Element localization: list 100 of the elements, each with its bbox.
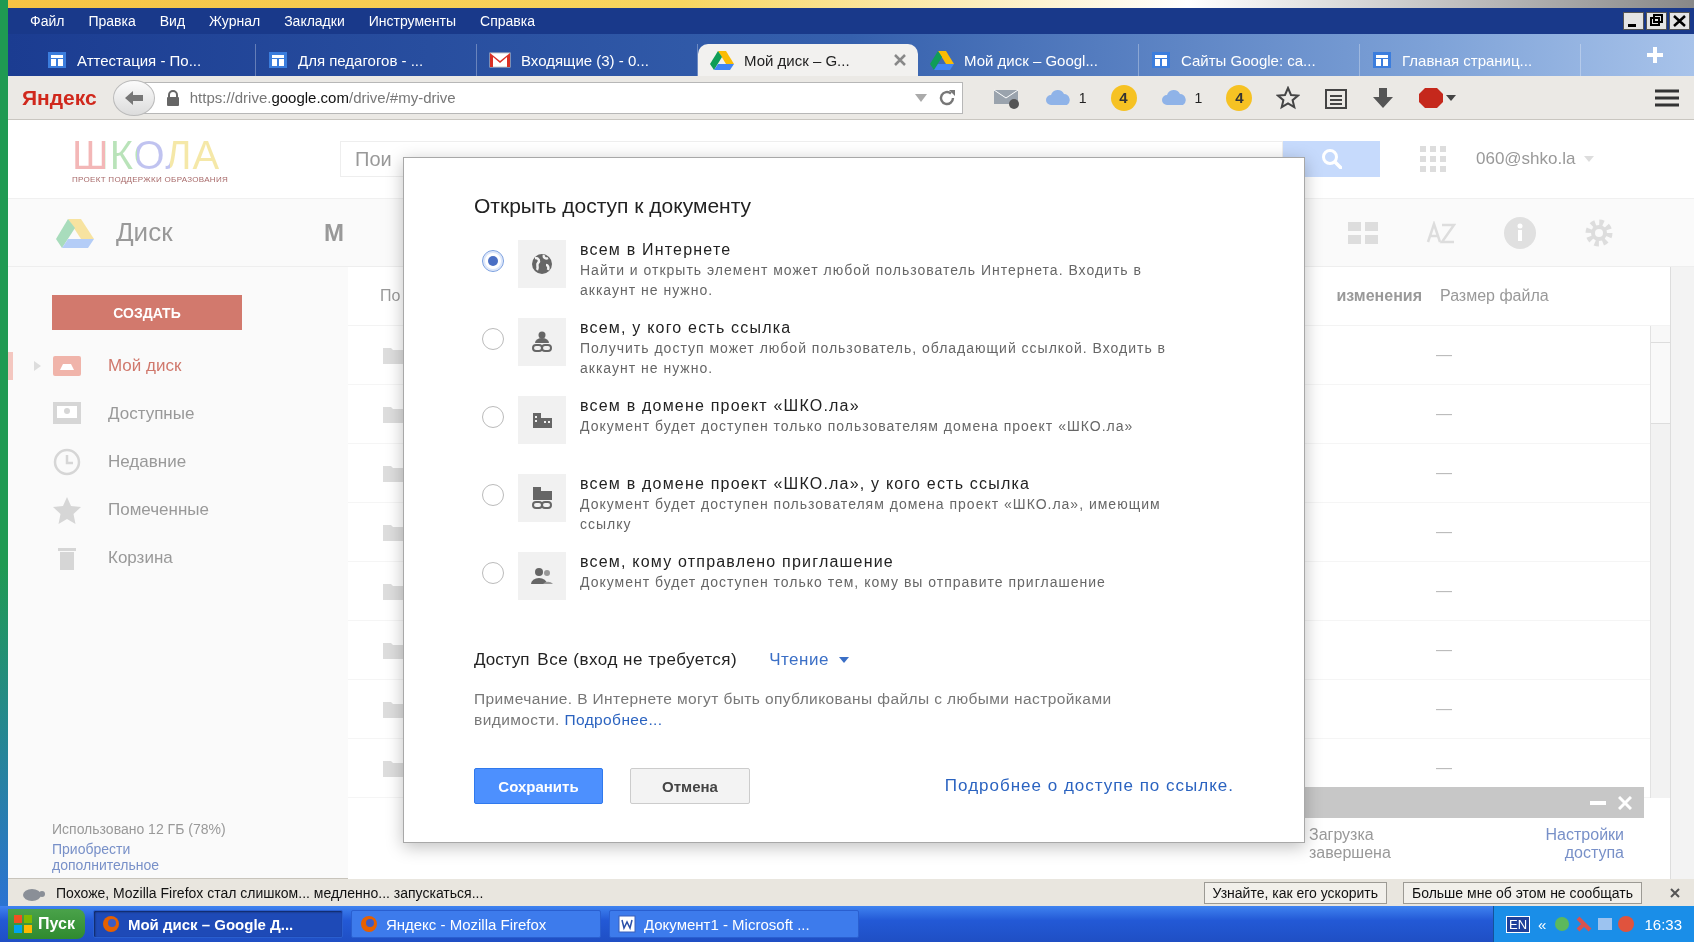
sort-icon[interactable] [1426, 220, 1456, 245]
taskbar-button[interactable]: Мой диск – Google Д... [92, 910, 343, 938]
language-indicator[interactable]: EN [1506, 915, 1531, 933]
browser-tab[interactable]: Мой диск – G... [698, 44, 918, 76]
more-link[interactable]: Подробнее... [564, 711, 663, 728]
option-description: Документ будет доступен пользователям домена проект «ШКО.ла», имеющим ссылку [580, 495, 1162, 534]
notification-button[interactable]: Больше мне об этом не сообщать [1403, 881, 1642, 904]
taskbar-button[interactable]: Документ1 - Microsoft ... [608, 910, 859, 938]
page-icon [268, 51, 288, 69]
menu-item[interactable]: Файл [18, 13, 77, 29]
windows-logo-icon [14, 915, 32, 933]
file-size: — [1436, 759, 1452, 777]
menu-item[interactable]: Закладки [272, 13, 357, 29]
file-size: — [1436, 405, 1452, 423]
file-size: — [1436, 464, 1452, 482]
page-icon [47, 51, 67, 69]
clock-icon [52, 448, 82, 476]
file-size: — [1436, 346, 1452, 364]
dropdown-icon[interactable] [913, 92, 928, 103]
option-title[interactable]: всем в домене проект «ШКО.ла» [580, 396, 1220, 416]
permission-dropdown[interactable]: Чтение [769, 650, 849, 670]
caret-icon[interactable] [1583, 156, 1594, 162]
radio-button[interactable] [482, 328, 504, 350]
start-button[interactable]: Пуск [8, 909, 85, 939]
folder-icon [383, 641, 405, 659]
option-description: Найти и открыть элемент может любой пользователь Интернета. Входить в аккаунт не нужно. [580, 261, 1143, 300]
option-title[interactable]: всем, у кого есть ссылка [580, 318, 1220, 338]
folder-icon [383, 523, 405, 541]
storage-usage: Использовано 12 ГБ (78%) [52, 821, 227, 837]
tray-icons-drawing[interactable] [1554, 915, 1637, 933]
option-title[interactable]: всем, кому отправлено приглашение [580, 552, 1220, 572]
adblock-icon[interactable] [1418, 86, 1459, 109]
reload-icon[interactable] [937, 88, 956, 107]
counter-badge[interactable]: 4 [1226, 84, 1253, 111]
drive-icon [710, 50, 734, 70]
menu-item[interactable]: Справка [468, 13, 547, 29]
caret-icon [838, 657, 849, 663]
folder-icon [383, 346, 405, 364]
cloud-extension[interactable]: 1 [1160, 89, 1203, 106]
star-icon[interactable] [1276, 85, 1301, 110]
menu-item[interactable]: Журнал [197, 13, 273, 29]
radio-button[interactable] [482, 250, 504, 272]
radio-button[interactable] [482, 484, 504, 506]
clipboard-icon[interactable] [1324, 86, 1349, 109]
menu-item[interactable]: Вид [147, 13, 198, 29]
firefox-icon [101, 915, 120, 933]
download-icon[interactable] [1372, 86, 1395, 109]
file-size: — [1436, 700, 1452, 718]
file-size: — [1436, 523, 1452, 541]
globe-icon [530, 252, 554, 276]
option-description: Документ будет доступен только пользователям домена проект «ШКО.ла» [580, 417, 1135, 436]
taskbar-button[interactable]: Яндекс - Mozilla Firefox [350, 910, 601, 938]
page-icon [1372, 51, 1392, 69]
radio-button[interactable] [482, 562, 504, 584]
lock-icon [165, 89, 180, 106]
close-icon[interactable] [1669, 12, 1690, 30]
help-link[interactable]: Подробнее о доступе по ссылке. [944, 776, 1234, 796]
cloud-extension[interactable]: 1 [1044, 89, 1087, 106]
grid-view-icon[interactable] [1348, 221, 1378, 244]
settings-icon[interactable] [1584, 217, 1614, 248]
counter-badge[interactable]: 4 [1110, 84, 1137, 111]
access-label: Доступ [474, 650, 530, 670]
notification-button[interactable]: Узнайте, как его ускорить [1203, 881, 1387, 904]
back-button[interactable] [112, 79, 155, 116]
person-link-icon [530, 330, 554, 354]
menu-item[interactable]: Инструменты [356, 13, 469, 29]
folder-icon [383, 759, 405, 777]
file-size: — [1436, 582, 1452, 600]
mail-icon [489, 52, 511, 68]
folder-icon [383, 582, 405, 600]
folder-icon [383, 405, 405, 423]
minimize-icon[interactable] [1623, 12, 1644, 30]
document-icon [617, 915, 636, 933]
restore-icon[interactable] [1646, 12, 1667, 30]
menu-icon[interactable] [1654, 87, 1680, 108]
star-icon [52, 496, 82, 524]
radio-button[interactable] [482, 406, 504, 428]
menu-item[interactable]: Правка [76, 13, 148, 29]
info-icon[interactable] [1504, 216, 1536, 249]
cloud-icon [1044, 89, 1073, 106]
drive-logo-icon [56, 217, 94, 248]
folder-icon [383, 700, 405, 718]
cancel-button[interactable]: Отмена [630, 768, 750, 804]
option-title[interactable]: всем в домене проект «ШКО.ла», у кого есть ссылка [580, 474, 1220, 494]
yandex-logo: Яндекс [22, 85, 97, 110]
plus-icon[interactable] [1646, 46, 1664, 64]
expand-arrow-icon[interactable] [34, 361, 41, 371]
scrollbar[interactable] [1650, 326, 1670, 798]
notification-text: Похоже, Mozilla Firefox стал слишком... медленно... запускаться... [56, 884, 484, 901]
firefox-icon [359, 915, 378, 933]
option-description: Получить доступ может любой пользователь, обладающий ссылкой. Входить в аккаунт не нужно. [580, 339, 1168, 378]
access-value: Все (вход не требуется) [537, 650, 738, 670]
close-icon[interactable] [1670, 887, 1680, 898]
option-title[interactable]: всем в Интернете [580, 240, 1220, 260]
app-title: Диск [116, 217, 174, 248]
apps-grid-icon[interactable] [1420, 146, 1446, 172]
clock: 16:33 [1644, 915, 1682, 933]
scrollbar[interactable] [1670, 267, 1694, 879]
search-icon [1321, 149, 1342, 169]
option-description: Документ будет доступен только тем, кому вы отправите приглашение [580, 573, 1107, 592]
